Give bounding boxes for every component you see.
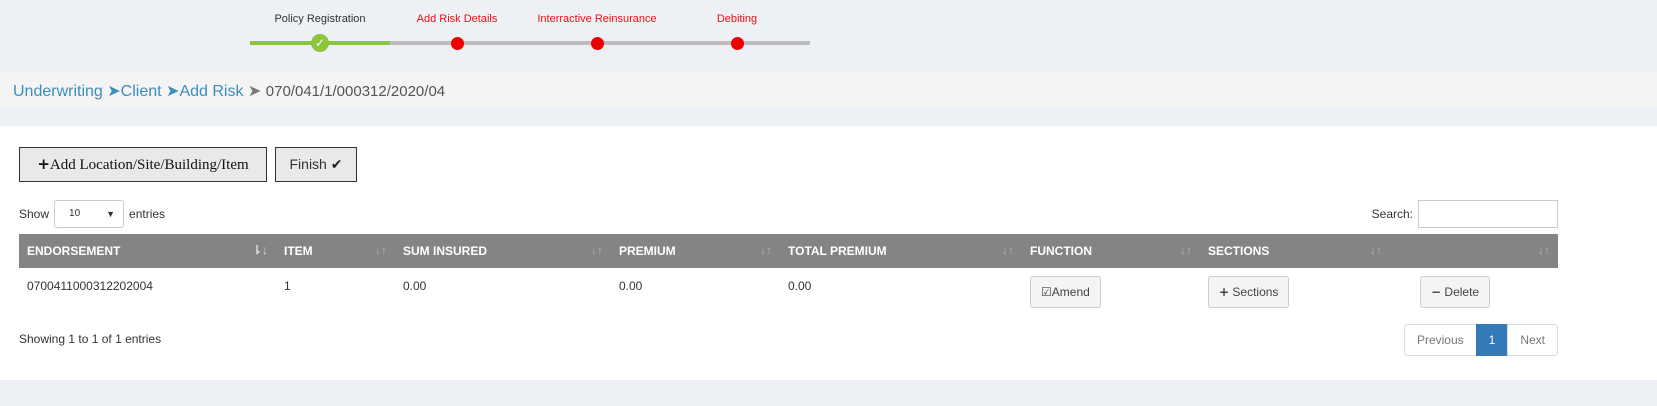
- column-total-premium[interactable]: TOTAL PREMIUM ↓↑: [780, 234, 1022, 268]
- wizard-step-label: Add Risk Details: [416, 13, 498, 25]
- amend-button[interactable]: ☑Amend: [1030, 276, 1101, 308]
- delete-button[interactable]: − Delete: [1420, 276, 1491, 308]
- table-info: Showing 1 to 1 of 1 entries: [19, 332, 162, 346]
- breadcrumb-client[interactable]: Client: [121, 83, 162, 100]
- wizard-step-interactive-reinsurance[interactable]: Interractive Reinsurance: [517, 0, 677, 60]
- check-icon: ✔: [330, 157, 343, 173]
- sort-icon: ↓↑: [1370, 243, 1382, 257]
- wizard-progress: Policy Registration ✓ Add Risk Details I…: [250, 0, 810, 60]
- sort-icon: ↓↑: [760, 243, 772, 257]
- edit-icon: ☑: [1041, 285, 1052, 299]
- column-item[interactable]: ITEM ↓↑: [276, 234, 395, 268]
- column-actions[interactable]: ↓↑: [1390, 234, 1558, 268]
- check-icon: ✓: [311, 34, 329, 52]
- entries-value: 10: [69, 208, 81, 219]
- cell-delete: − Delete: [1390, 268, 1558, 312]
- wizard-step-label: Debiting: [716, 13, 758, 25]
- arrow-right-icon: ➤: [166, 83, 180, 100]
- breadcrumb-current: 070/041/1/000312/2020/04: [265, 83, 446, 100]
- breadcrumb-underwriting[interactable]: Underwriting: [13, 83, 103, 100]
- show-label: Show: [19, 207, 50, 221]
- column-premium[interactable]: PREMIUM ↓↑: [611, 234, 780, 268]
- sections-button[interactable]: + Sections: [1208, 276, 1290, 308]
- pagination: Previous 1 Next: [1403, 324, 1558, 356]
- cell-item: 1: [284, 279, 291, 293]
- cell-sum-insured: 0.00: [403, 279, 427, 293]
- risk-table: ENDORSEMENT ⇂↓ ITEM ↓↑ SUM INSURED ↓↑ PREMI…: [19, 234, 1558, 312]
- wizard-step-policy-registration[interactable]: Policy Registration ✓: [240, 0, 400, 60]
- step-dot-icon: [731, 37, 744, 50]
- search-input[interactable]: [1418, 200, 1558, 228]
- cell-sections: + Sections: [1200, 268, 1390, 312]
- arrow-right-icon: ➤: [107, 83, 121, 100]
- wizard-step-add-risk-details[interactable]: Add Risk Details: [377, 0, 537, 60]
- step-dot-icon: [451, 37, 464, 50]
- breadcrumb-bar: Underwriting ➤Client ➤Add Risk ➤ 070/041…: [0, 73, 1657, 107]
- sort-icon: ↓↑: [1002, 243, 1014, 257]
- sort-icon: ↓↑: [591, 243, 603, 257]
- minus-icon: −: [1431, 285, 1442, 299]
- wizard-step-label: Policy Registration: [274, 13, 366, 25]
- column-function[interactable]: FUNCTION ↓↑: [1022, 234, 1200, 268]
- arrow-right-icon: ➤: [247, 83, 262, 100]
- pagination-next[interactable]: Next: [1507, 324, 1558, 356]
- search-label: Search:: [1371, 207, 1413, 221]
- entries-select[interactable]: 10 ▼: [54, 200, 125, 228]
- sort-icon: ↓↑: [1538, 243, 1550, 257]
- wizard-step-label: Interractive Reinsurance: [537, 13, 657, 25]
- pagination-page-1[interactable]: 1: [1475, 324, 1509, 356]
- step-dot-icon: [591, 37, 604, 50]
- add-location-label: Add Location/Site/Building/Item: [49, 157, 249, 173]
- column-endorsement[interactable]: ENDORSEMENT ⇂↓: [19, 234, 276, 268]
- cell-premium: 0.00: [619, 279, 643, 293]
- sort-asc-icon: ⇂↓: [251, 243, 268, 257]
- caret-down-icon: ▼: [106, 209, 116, 219]
- entries-length-control: Show 10 ▼ entries: [19, 200, 165, 228]
- plus-icon: +: [1219, 285, 1230, 299]
- table-header-row: ENDORSEMENT ⇂↓ ITEM ↓↑ SUM INSURED ↓↑ PREMI…: [19, 234, 1558, 268]
- plus-icon: +: [37, 155, 50, 173]
- column-sum-insured[interactable]: SUM INSURED ↓↑: [395, 234, 611, 268]
- column-sections[interactable]: SECTIONS ↓↑: [1200, 234, 1390, 268]
- cell-total-premium: 0.00: [788, 279, 812, 293]
- cell-endorsement: 0700411000312202004: [27, 279, 153, 293]
- pagination-previous[interactable]: Previous: [1403, 324, 1477, 356]
- cell-function: ☑Amend: [1022, 268, 1200, 312]
- entries-label: entries: [129, 207, 166, 221]
- search-control: Search:: [1372, 200, 1558, 228]
- sort-icon: ↓↑: [1180, 243, 1192, 257]
- main-panel: +Add Location/Site/Building/Item Finish …: [0, 126, 1657, 380]
- breadcrumb: Underwriting ➤Client ➤Add Risk ➤ 070/041…: [13, 81, 445, 101]
- breadcrumb-add-risk[interactable]: Add Risk: [179, 83, 243, 100]
- finish-button[interactable]: Finish ✔: [275, 147, 357, 182]
- wizard-step-debiting[interactable]: Debiting: [657, 0, 817, 60]
- add-location-button[interactable]: +Add Location/Site/Building/Item: [19, 147, 267, 182]
- table-row: 0700411000312202004 1 0.00 0.00 0.00 ☑Am…: [19, 268, 1558, 312]
- finish-label: Finish: [289, 156, 327, 172]
- sort-icon: ↓↑: [375, 243, 387, 257]
